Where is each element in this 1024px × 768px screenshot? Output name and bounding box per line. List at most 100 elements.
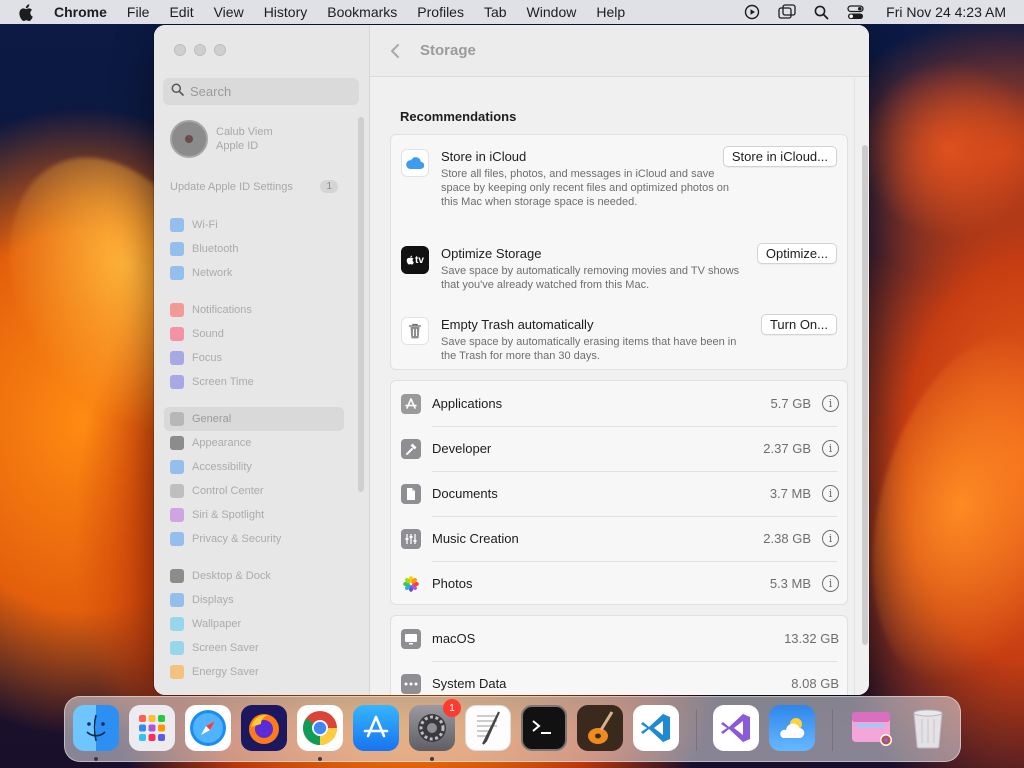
sidebar-item-bluetooth[interactable]: Bluetooth [164, 237, 344, 261]
trash-icon[interactable] [905, 705, 951, 751]
menu-history[interactable]: History [264, 4, 308, 20]
recommendation-title: Optimize Storage [441, 246, 542, 261]
visual-studio-icon[interactable] [713, 705, 759, 751]
menu-help[interactable]: Help [596, 4, 625, 20]
textedit-icon[interactable] [465, 705, 511, 751]
play-circle-icon[interactable] [744, 4, 760, 20]
chrome-apps-folder-icon[interactable] [849, 705, 895, 751]
finder-icon[interactable] [73, 705, 119, 751]
chrome-icon[interactable] [297, 705, 343, 751]
category-row-documents[interactable]: Documents 3.7 MB i [391, 471, 849, 516]
pane-scrollbar[interactable] [862, 145, 868, 645]
sidebar-item-energy-saver[interactable]: Energy Saver [164, 660, 344, 684]
sidebar-item-network[interactable]: Network [164, 261, 344, 285]
category-row-applications[interactable]: Applications 5.7 GB i [391, 381, 849, 426]
menu-edit[interactable]: Edit [169, 4, 193, 20]
screen-time-icon [170, 375, 184, 389]
storage-content: Recommendations Store in iCloud Store al… [370, 78, 854, 695]
sidebar-item-desktop-dock[interactable]: Desktop & Dock [164, 564, 344, 588]
weather-icon[interactable] [769, 705, 815, 751]
sidebar-item-appearance[interactable]: Appearance [164, 431, 344, 455]
running-indicator [318, 757, 322, 761]
wallpaper-shape [860, 60, 1024, 240]
profile-subtitle: Apple ID [216, 140, 259, 152]
category-row-music-creation[interactable]: Music Creation 2.38 GB i [391, 516, 849, 561]
control-center-icon[interactable] [847, 4, 864, 20]
sidebar-item-privacy-security[interactable]: Privacy & Security [164, 527, 344, 551]
system-row-system-data[interactable]: System Data 8.08 GB [391, 661, 849, 695]
ellipsis-icon [401, 673, 421, 694]
menu-window[interactable]: Window [527, 4, 577, 20]
trash-icon [401, 317, 429, 345]
sidebar-item-displays[interactable]: Displays [164, 588, 344, 612]
window-controls [174, 44, 234, 56]
menu-file[interactable]: File [127, 4, 150, 20]
safari-icon[interactable] [185, 705, 231, 751]
sidebar-item-wallpaper[interactable]: Wallpaper [164, 612, 344, 636]
info-icon[interactable]: i [822, 440, 839, 457]
system-row-macos[interactable]: macOS 13.32 GB [391, 616, 849, 661]
category-row-developer[interactable]: Developer 2.37 GB i [391, 426, 849, 471]
recommendations-heading: Recommendations [400, 109, 517, 124]
sidebar-item-label: Screen Time [192, 376, 254, 388]
sidebar-item-siri-spotlight[interactable]: Siri & Spotlight [164, 503, 344, 527]
sidebar-item-sound[interactable]: Sound [164, 322, 344, 346]
sidebar-item-screen-time[interactable]: Screen Time [164, 370, 344, 394]
sidebar-item-label: Focus [192, 352, 222, 364]
sidebar-item-accessibility[interactable]: Accessibility [164, 455, 344, 479]
turn-on-button[interactable]: Turn On... [760, 314, 837, 335]
apple-menu-icon[interactable] [18, 3, 38, 21]
visual-studio-code-icon[interactable] [633, 705, 679, 751]
garageband-icon[interactable] [577, 705, 623, 751]
running-indicator [430, 757, 434, 761]
menu-bookmarks[interactable]: Bookmarks [327, 4, 397, 20]
sidebar-item-notifications[interactable]: Notifications [164, 298, 344, 322]
menu-view[interactable]: View [214, 4, 244, 20]
sidebar-item-label: Energy Saver [192, 666, 259, 678]
app-store-icon[interactable] [353, 705, 399, 751]
terminal-icon[interactable] [521, 705, 567, 751]
info-icon[interactable]: i [822, 485, 839, 502]
launchpad-icon[interactable] [129, 705, 175, 751]
update-label: Update Apple ID Settings [170, 180, 293, 193]
update-apple-id-item[interactable]: Update Apple ID Settings 1 [170, 180, 338, 193]
category-label: Music Creation [432, 531, 519, 546]
sidebar-scrollbar[interactable] [358, 117, 364, 492]
category-row-photos[interactable]: Photos 5.3 MB i [391, 561, 849, 606]
system-settings-icon[interactable]: 1 [409, 699, 461, 751]
apple-id-profile[interactable]: Calub Viem Apple ID [170, 120, 273, 158]
sidebar-item-wi-fi[interactable]: Wi-Fi [164, 213, 344, 237]
firefox-icon[interactable] [241, 705, 287, 751]
search-input[interactable] [190, 84, 350, 99]
close-window-button[interactable] [174, 44, 186, 56]
sidebar-search[interactable] [163, 78, 359, 105]
menu-app-name[interactable]: Chrome [54, 4, 107, 20]
minimize-window-button[interactable] [194, 44, 206, 56]
back-button[interactable] [390, 41, 408, 61]
store-in-icloud-button[interactable]: Store in iCloud... [722, 146, 837, 167]
system-storage-card: macOS 13.32 GB System Data 8.08 GB [390, 615, 848, 695]
info-icon[interactable]: i [822, 530, 839, 547]
menu-tab[interactable]: Tab [484, 4, 507, 20]
dock: 1 [64, 696, 961, 762]
apple-tv-icon-text: tv [415, 254, 424, 266]
zoom-window-button[interactable] [214, 44, 226, 56]
menu-profiles[interactable]: Profiles [417, 4, 464, 20]
optimize-button[interactable]: Optimize... [756, 243, 837, 264]
spotlight-search-icon[interactable] [814, 5, 829, 20]
general-icon [170, 412, 184, 426]
info-icon[interactable]: i [822, 395, 839, 412]
menu-clock[interactable]: Fri Nov 24 4:23 AM [886, 4, 1006, 20]
wi-fi-icon [170, 218, 184, 232]
system-label: System Data [432, 676, 507, 691]
sidebar-item-screen-saver[interactable]: Screen Saver [164, 636, 344, 660]
sidebar-item-control-center[interactable]: Control Center [164, 479, 344, 503]
notifications-icon [170, 303, 184, 317]
sidebar-item-label: Privacy & Security [192, 533, 282, 545]
sidebar-item-focus[interactable]: Focus [164, 346, 344, 370]
info-icon[interactable]: i [822, 575, 839, 592]
sidebar-item-general[interactable]: General [164, 407, 344, 431]
app-store-icon [401, 393, 421, 414]
screen-mirroring-icon[interactable] [778, 4, 796, 20]
